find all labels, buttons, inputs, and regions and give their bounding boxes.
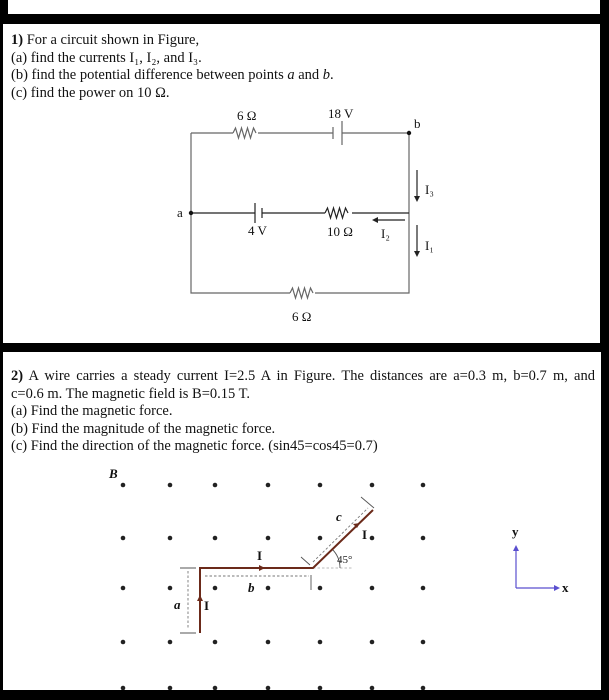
label-r-bottom: 6 Ω — [292, 309, 311, 324]
field-dot — [167, 685, 173, 690]
field-dot — [120, 535, 126, 541]
field-dot — [420, 585, 426, 591]
field-dot — [167, 639, 173, 645]
field-dot — [420, 639, 426, 645]
field-dot — [369, 482, 375, 488]
label-v-mid: 4 V — [248, 223, 268, 238]
field-dot — [167, 585, 173, 591]
field-dots — [120, 482, 426, 690]
problem-1-panel: 1) For a circuit shown in Figure, (a) fi… — [3, 24, 600, 343]
label-axis-y: y — [512, 524, 519, 539]
field-dot — [317, 685, 323, 690]
field-dot — [317, 535, 323, 541]
label-current-horizontal: I — [257, 548, 262, 563]
problem-2-panel: 2) A wire carries a steady current I=2.5… — [3, 352, 601, 690]
field-dot — [369, 535, 375, 541]
label-axis-x: x — [562, 580, 569, 595]
resistor-10 — [324, 205, 349, 221]
field-dot — [420, 685, 426, 690]
field-dot — [167, 535, 173, 541]
field-dot — [120, 685, 126, 690]
field-dot — [317, 639, 323, 645]
label-dist-c: c — [336, 509, 342, 524]
field-dot — [120, 639, 126, 645]
field-dot — [265, 685, 271, 690]
label-v-top: 18 V — [328, 106, 354, 121]
label-i3: I₃ — [425, 182, 434, 197]
top-strip — [8, 0, 600, 14]
label-r-mid: 10 Ω — [327, 224, 353, 239]
label-i2: I₂ — [381, 226, 390, 241]
label-node-b: b — [414, 116, 421, 131]
axes — [515, 549, 556, 589]
field-dot — [265, 585, 271, 591]
field-dot — [212, 585, 218, 591]
field-dot — [167, 482, 173, 488]
label-current-diagonal: I — [362, 527, 367, 542]
battery-18v — [332, 121, 343, 145]
battery-4v — [254, 203, 263, 223]
node-b-dot — [406, 130, 412, 136]
field-dot — [369, 585, 375, 591]
current-arrows — [197, 523, 360, 601]
field-dot — [120, 585, 126, 591]
field-dot — [317, 585, 323, 591]
resistor-bottom — [289, 285, 314, 301]
circuit-diagram: 6 Ω 18 V b a 4 V 10 Ω I₂ I₃ I₁ 6 Ω — [177, 106, 434, 324]
field-dot — [317, 482, 323, 488]
label-node-a: a — [177, 205, 183, 220]
field-dot — [212, 685, 218, 690]
label-b-field: B — [108, 466, 118, 481]
magnetic-field-figure: B I I I a b c y x 45° — [108, 466, 569, 690]
field-dot — [369, 639, 375, 645]
label-r-top: 6 Ω — [237, 108, 256, 123]
wire — [199, 509, 374, 633]
field-dot — [265, 482, 271, 488]
field-dot — [212, 535, 218, 541]
label-current-vertical: I — [204, 598, 209, 613]
field-dot — [369, 685, 375, 690]
field-dot — [265, 535, 271, 541]
label-dist-b: b — [248, 580, 255, 595]
label-dist-a: a — [174, 597, 181, 612]
field-dot — [212, 482, 218, 488]
resistor-top — [232, 125, 257, 141]
field-dot — [420, 535, 426, 541]
node-a-dot — [188, 210, 194, 216]
field-dot — [120, 482, 126, 488]
field-dot — [265, 639, 271, 645]
field-dot — [420, 482, 426, 488]
label-i1: I₁ — [425, 238, 434, 253]
label-angle: 45° — [337, 554, 352, 566]
field-dot — [212, 639, 218, 645]
